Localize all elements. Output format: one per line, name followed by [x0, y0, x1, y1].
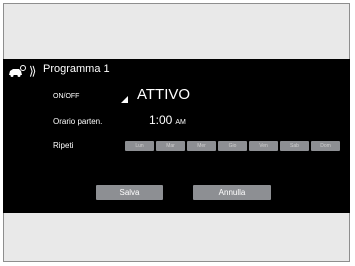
day-button-dom[interactable]: Dom: [311, 141, 340, 151]
repeat-days: Lun Mar Mer Gio Ven Sab Dom: [125, 141, 340, 151]
cancel-button[interactable]: Annulla: [193, 185, 271, 200]
display-screen: ⟩⟩ Programma 1 ON/OFF ATTIVO Orario part…: [3, 59, 350, 213]
save-button[interactable]: Salva: [96, 185, 163, 200]
day-button-sab[interactable]: Sab: [280, 141, 309, 151]
onoff-toggle[interactable]: ATTIVO: [137, 86, 190, 103]
departure-time-value[interactable]: 1:00 AM: [149, 111, 186, 129]
selector-arrow-icon: [121, 96, 128, 103]
time-period: AM: [175, 119, 186, 126]
time-value: 1:00: [149, 113, 173, 127]
onoff-label: ON/OFF: [53, 93, 80, 100]
car-timer-icon: [9, 65, 26, 77]
day-button-ven[interactable]: Ven: [249, 141, 278, 151]
day-button-gio[interactable]: Gio: [218, 141, 247, 151]
day-button-mer[interactable]: Mer: [187, 141, 216, 151]
day-button-mar[interactable]: Mar: [156, 141, 185, 151]
day-button-lun[interactable]: Lun: [125, 141, 154, 151]
departure-time-label: Orario parten.: [53, 117, 103, 126]
page-title: Programma 1: [43, 63, 110, 75]
repeat-label: Ripeti: [53, 141, 74, 150]
chevron-right-icon: ⟩⟩: [29, 64, 37, 78]
